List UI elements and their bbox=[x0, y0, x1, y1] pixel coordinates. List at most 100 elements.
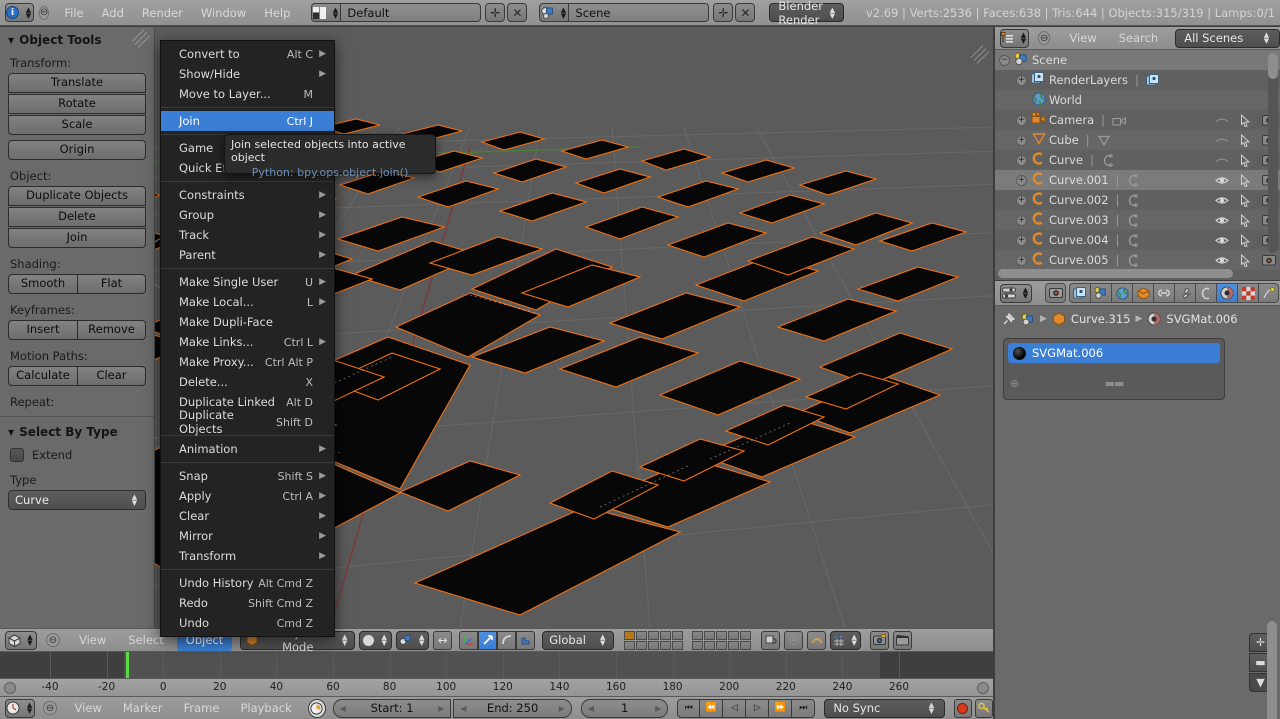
delete-layout-button[interactable]: ✕ bbox=[507, 3, 528, 22]
menu-render[interactable]: Render bbox=[133, 2, 192, 24]
outliner-scroll-thumb[interactable] bbox=[1268, 53, 1278, 79]
timeline-scrollbar-handle-left[interactable] bbox=[4, 682, 16, 694]
material-slot-item[interactable]: SVGMat.006 bbox=[1008, 343, 1220, 363]
selectable-cursor-icon[interactable] bbox=[1240, 193, 1251, 207]
collapse-toggle-icon[interactable]: − bbox=[999, 54, 1010, 66]
selectable-cursor-icon[interactable] bbox=[1240, 253, 1251, 267]
expand-toggle-icon[interactable]: + bbox=[1016, 154, 1027, 166]
menu-item-make-local[interactable]: Make Local... L ▶ bbox=[161, 292, 334, 312]
calculate-paths-button[interactable]: Calculate bbox=[8, 366, 77, 386]
snap-element-dropdown[interactable]: ▲ ▼ bbox=[830, 630, 862, 650]
sync-mode-dropdown[interactable]: No Sync ▲ ▼ bbox=[824, 698, 945, 718]
properties-tab-world[interactable] bbox=[1111, 283, 1132, 303]
outliner-menu-search[interactable]: Search bbox=[1110, 27, 1168, 49]
visibility-eye-icon[interactable] bbox=[1215, 255, 1229, 266]
menu-item-show-hide[interactable]: Show/Hide ▶ bbox=[161, 64, 334, 84]
outliner-row-renderlayers[interactable]: + RenderLayers | bbox=[995, 70, 1280, 90]
jump-to-end-button[interactable]: ⏭ bbox=[792, 698, 816, 718]
menu-item-parent[interactable]: Parent ▶ bbox=[161, 245, 334, 265]
snap-magnet-button[interactable] bbox=[807, 630, 827, 650]
menu-item-make-single-user[interactable]: Make Single User U ▶ bbox=[161, 272, 334, 292]
viewport-menu-view[interactable]: View bbox=[70, 629, 115, 651]
jump-forward-keyframe-button[interactable]: ⏩ bbox=[769, 698, 793, 718]
selectable-cursor-icon[interactable] bbox=[1240, 153, 1251, 167]
material-slot-list[interactable]: SVGMat.006 ▬▬ ⊕ bbox=[1003, 338, 1225, 400]
menu-item-make-links[interactable]: Make Links... Ctrl L ▶ bbox=[161, 332, 334, 352]
menu-item-transform[interactable]: Transform ▶ bbox=[161, 546, 334, 566]
translate-mode-button[interactable] bbox=[478, 630, 498, 650]
menu-item-make-proxy[interactable]: Make Proxy... Ctrl Alt P bbox=[161, 352, 334, 372]
timeline-editor-type-selector[interactable]: ▲ ▼ bbox=[5, 698, 36, 718]
properties-tab-constraints[interactable] bbox=[1153, 283, 1174, 303]
mesh-data-icon[interactable] bbox=[1097, 134, 1111, 147]
origin-button[interactable]: Origin bbox=[8, 140, 146, 160]
outliner-editor-type-selector[interactable]: ▲ ▼ bbox=[1000, 28, 1029, 48]
visibility-eye-icon[interactable] bbox=[1215, 115, 1229, 126]
render-opengl-image-button[interactable] bbox=[870, 630, 890, 650]
scene-datablock-icon[interactable]: ▲ ▼ bbox=[539, 3, 570, 22]
timeline-menu-view[interactable]: View bbox=[66, 697, 111, 719]
outliner-collapse-menu-icon[interactable]: ⊖ bbox=[1038, 31, 1051, 45]
add-layout-button[interactable]: ✛ bbox=[485, 3, 506, 22]
duplicate-objects-button[interactable]: Duplicate Objects bbox=[8, 186, 146, 206]
timeline-editor[interactable]: -40 -20 0 20 40 60 80 100 120 140 160 180 200 220 240 2… bbox=[0, 652, 994, 719]
expand-toggle-icon[interactable]: + bbox=[1016, 134, 1027, 146]
menu-item-convert-to[interactable]: Convert to Alt C ▶ bbox=[161, 44, 334, 64]
menu-item-join[interactable]: Join Ctrl J bbox=[161, 111, 334, 131]
timeline-ruler[interactable]: -40 -20 0 20 40 60 80 100 120 140 160 180 200 220 240 2… bbox=[0, 678, 993, 696]
menu-item-duplicate-objects[interactable]: Duplicate Objects Shift D bbox=[161, 408, 334, 436]
proportional-edit-button[interactable] bbox=[784, 630, 804, 650]
selectable-cursor-icon[interactable] bbox=[1240, 113, 1251, 127]
start-frame-field[interactable]: ◀ Start: 1 ▶ bbox=[332, 698, 452, 718]
use-preview-range-button[interactable] bbox=[307, 698, 326, 718]
expand-toggle-icon[interactable]: + bbox=[1016, 114, 1027, 126]
properties-vertical-scrollbar[interactable] bbox=[1267, 621, 1277, 719]
clear-paths-button[interactable]: Clear bbox=[77, 366, 146, 386]
play-reverse-button[interactable]: ◁ bbox=[723, 698, 747, 718]
jump-to-start-button[interactable]: ⏮ bbox=[677, 698, 701, 718]
smooth-button[interactable]: Smooth bbox=[8, 274, 77, 294]
collapse-menu-icon[interactable]: ⊖ bbox=[39, 5, 50, 20]
transform-orientation-dropdown[interactable]: Global ▲ ▼ bbox=[542, 630, 615, 650]
menu-item-apply[interactable]: Apply Ctrl A ▶ bbox=[161, 486, 334, 506]
menu-item-mirror[interactable]: Mirror ▶ bbox=[161, 526, 334, 546]
join-button[interactable]: Join bbox=[8, 228, 146, 248]
menu-item-clear[interactable]: Clear ▶ bbox=[161, 506, 334, 526]
layer-group-2[interactable] bbox=[692, 630, 752, 650]
expand-toggle-icon[interactable]: + bbox=[1016, 194, 1027, 206]
curve-data-icon[interactable] bbox=[1126, 173, 1140, 187]
selectable-cursor-icon[interactable] bbox=[1240, 213, 1251, 227]
type-dropdown[interactable]: Curve ▲ ▼ bbox=[8, 490, 146, 510]
outliner-vertical-scrollbar[interactable] bbox=[1268, 53, 1278, 253]
properties-editor-type-selector[interactable]: ▲ ▼ bbox=[1000, 283, 1032, 303]
visibility-eye-icon[interactable] bbox=[1215, 235, 1229, 246]
breadcrumb-object-label[interactable]: Curve.315 bbox=[1071, 312, 1131, 326]
expand-toggle-icon[interactable]: + bbox=[1016, 174, 1027, 186]
screen-layout-field[interactable]: Default bbox=[341, 3, 482, 22]
properties-tab-particles[interactable] bbox=[1258, 283, 1279, 303]
viewport-editor-type-selector[interactable]: ▲ ▼ bbox=[5, 630, 37, 650]
menu-item-make-dupli-face[interactable]: Make Dupli-Face bbox=[161, 312, 334, 332]
properties-tab-material[interactable] bbox=[1216, 283, 1237, 303]
end-right-arrow-icon[interactable]: ▶ bbox=[559, 704, 565, 713]
visibility-eye-icon[interactable] bbox=[1215, 135, 1229, 146]
viewport-resize-grip[interactable] bbox=[970, 45, 990, 64]
outliner-row-scene[interactable]: − Scene bbox=[995, 50, 1280, 70]
scale-mode-button[interactable] bbox=[516, 630, 536, 650]
properties-tab-renderlayers[interactable] bbox=[1069, 283, 1090, 303]
visibility-eye-icon[interactable] bbox=[1215, 195, 1229, 206]
properties-editor[interactable]: ▲ ▼ ▶ Curve.315 ▶ SVGMat.006 SVGMat.006 … bbox=[995, 281, 1280, 719]
outliner-row-cube[interactable]: + Cube | bbox=[995, 130, 1280, 150]
menu-help[interactable]: Help bbox=[255, 2, 299, 24]
menu-item-undo-history[interactable]: Undo History Alt Cmd Z bbox=[161, 573, 334, 593]
expand-toggle-icon[interactable]: + bbox=[1016, 254, 1027, 266]
outliner-row-curve-002[interactable]: + Curve.002 | bbox=[995, 190, 1280, 210]
translate-manipulator-button[interactable] bbox=[459, 630, 479, 650]
outliner-horizontal-scrollbar[interactable] bbox=[998, 269, 1233, 278]
layer-group-1[interactable] bbox=[624, 630, 684, 650]
play-button[interactable]: ▷ bbox=[746, 698, 770, 718]
menu-file[interactable]: File bbox=[55, 2, 92, 24]
auto-keyframe-button[interactable] bbox=[953, 698, 972, 718]
renderable-camera-icon[interactable] bbox=[1262, 254, 1276, 266]
properties-tab-object[interactable] bbox=[1132, 283, 1153, 303]
